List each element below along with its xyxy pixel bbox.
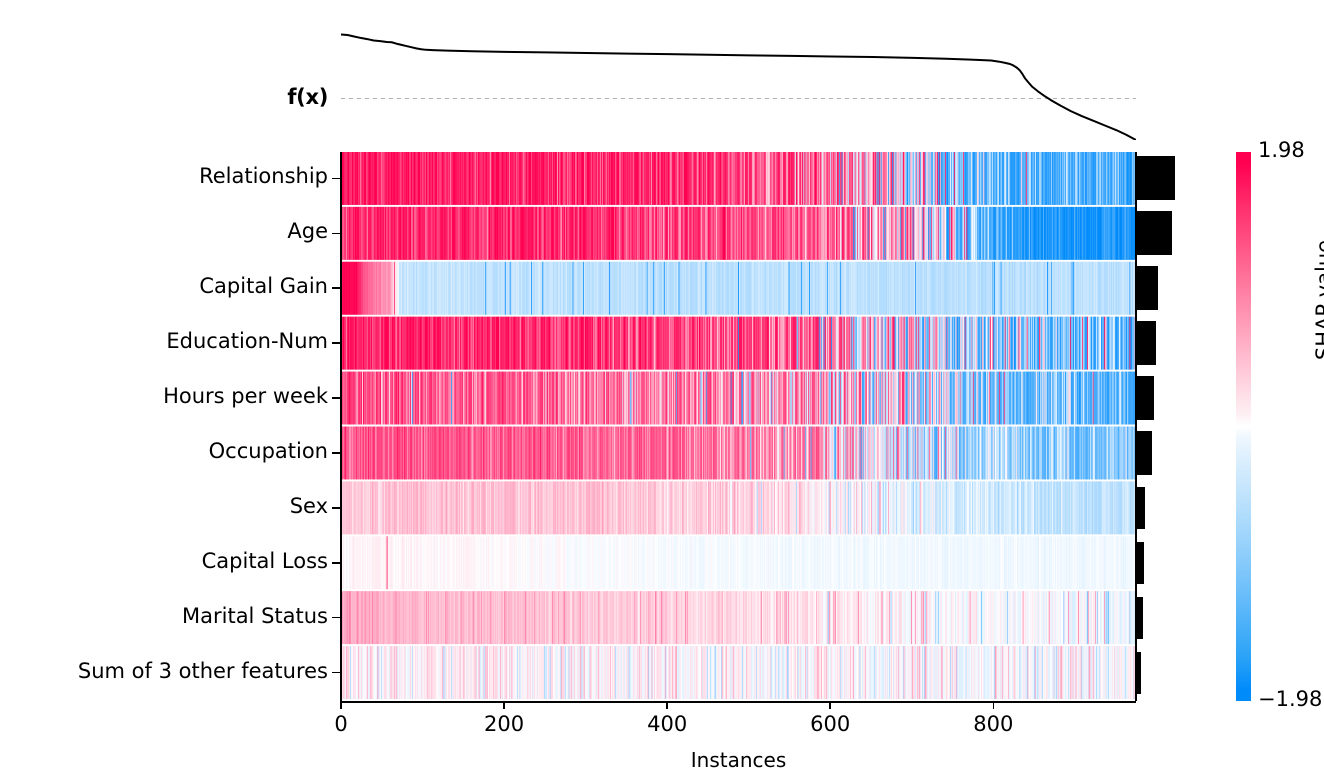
x-tick xyxy=(503,701,505,709)
feature-tick xyxy=(332,452,340,454)
x-tick-label: 200 xyxy=(484,712,525,736)
feature-label-capital-gain: Capital Gain xyxy=(199,274,328,299)
importance-bar-relationship xyxy=(1136,156,1175,201)
importance-bar-education-num xyxy=(1136,321,1156,366)
feature-label-sex: Sex xyxy=(289,493,328,518)
fx-axis-label: f(x) xyxy=(287,85,328,109)
x-tick-label: 400 xyxy=(647,712,688,736)
heatmap-panel xyxy=(341,152,1136,701)
feature-tick xyxy=(332,177,340,180)
feature-label-marital-status: Marital Status xyxy=(182,603,328,628)
x-tick xyxy=(666,701,668,709)
colorbar-min-label: −1.98 xyxy=(1258,687,1323,711)
feature-label-capital-loss: Capital Loss xyxy=(201,548,328,573)
feature-tick xyxy=(332,616,340,619)
x-tick xyxy=(829,701,832,709)
colorbar-max-label: 1.98 xyxy=(1258,138,1305,162)
feature-tick xyxy=(332,397,340,399)
importance-bar-age xyxy=(1136,211,1172,256)
heatmap-left-spine xyxy=(340,152,342,701)
colorbar xyxy=(1236,152,1251,701)
feature-tick xyxy=(332,671,340,674)
x-axis-spine xyxy=(340,701,1136,703)
importance-bar-marital-status xyxy=(1136,596,1143,639)
feature-label-occupation: Occupation xyxy=(208,438,328,463)
feature-label-age: Age xyxy=(287,219,328,244)
feature-tick xyxy=(332,561,340,564)
fx-curve-canvas xyxy=(341,24,1136,140)
importance-bar-hours-per-week xyxy=(1136,376,1154,421)
x-tick xyxy=(340,701,342,709)
importance-bar-occupation xyxy=(1136,430,1152,475)
x-tick-label: 0 xyxy=(334,712,348,736)
importance-bar-capital-gain xyxy=(1136,266,1158,311)
feature-tick xyxy=(332,342,340,344)
feature-label-sum-of-3-other-features: Sum of 3 other features xyxy=(77,658,328,683)
colorbar-title: SHAP value xyxy=(1312,239,1324,361)
importance-bar-sex xyxy=(1136,486,1145,529)
shap-heatmap-figure: f(x) Relationship Age Capital Gain Educatio… xyxy=(0,0,1324,784)
heatmap-canvas xyxy=(341,152,1136,701)
importance-bar-sum-of-3-other-features xyxy=(1136,651,1141,694)
feature-tick xyxy=(332,287,340,290)
feature-label-hours-per-week: Hours per week xyxy=(163,384,328,409)
importance-bar-capital-loss xyxy=(1136,541,1144,584)
x-axis-title: Instances xyxy=(690,748,787,772)
x-tick-label: 800 xyxy=(973,712,1014,736)
feature-label-relationship: Relationship xyxy=(199,164,328,189)
feature-tick xyxy=(332,507,340,509)
x-tick-label: 600 xyxy=(810,712,851,736)
feature-label-education-num: Education-Num xyxy=(166,329,328,354)
feature-tick xyxy=(332,232,340,235)
x-tick xyxy=(992,701,995,709)
fx-line-panel xyxy=(341,24,1136,140)
